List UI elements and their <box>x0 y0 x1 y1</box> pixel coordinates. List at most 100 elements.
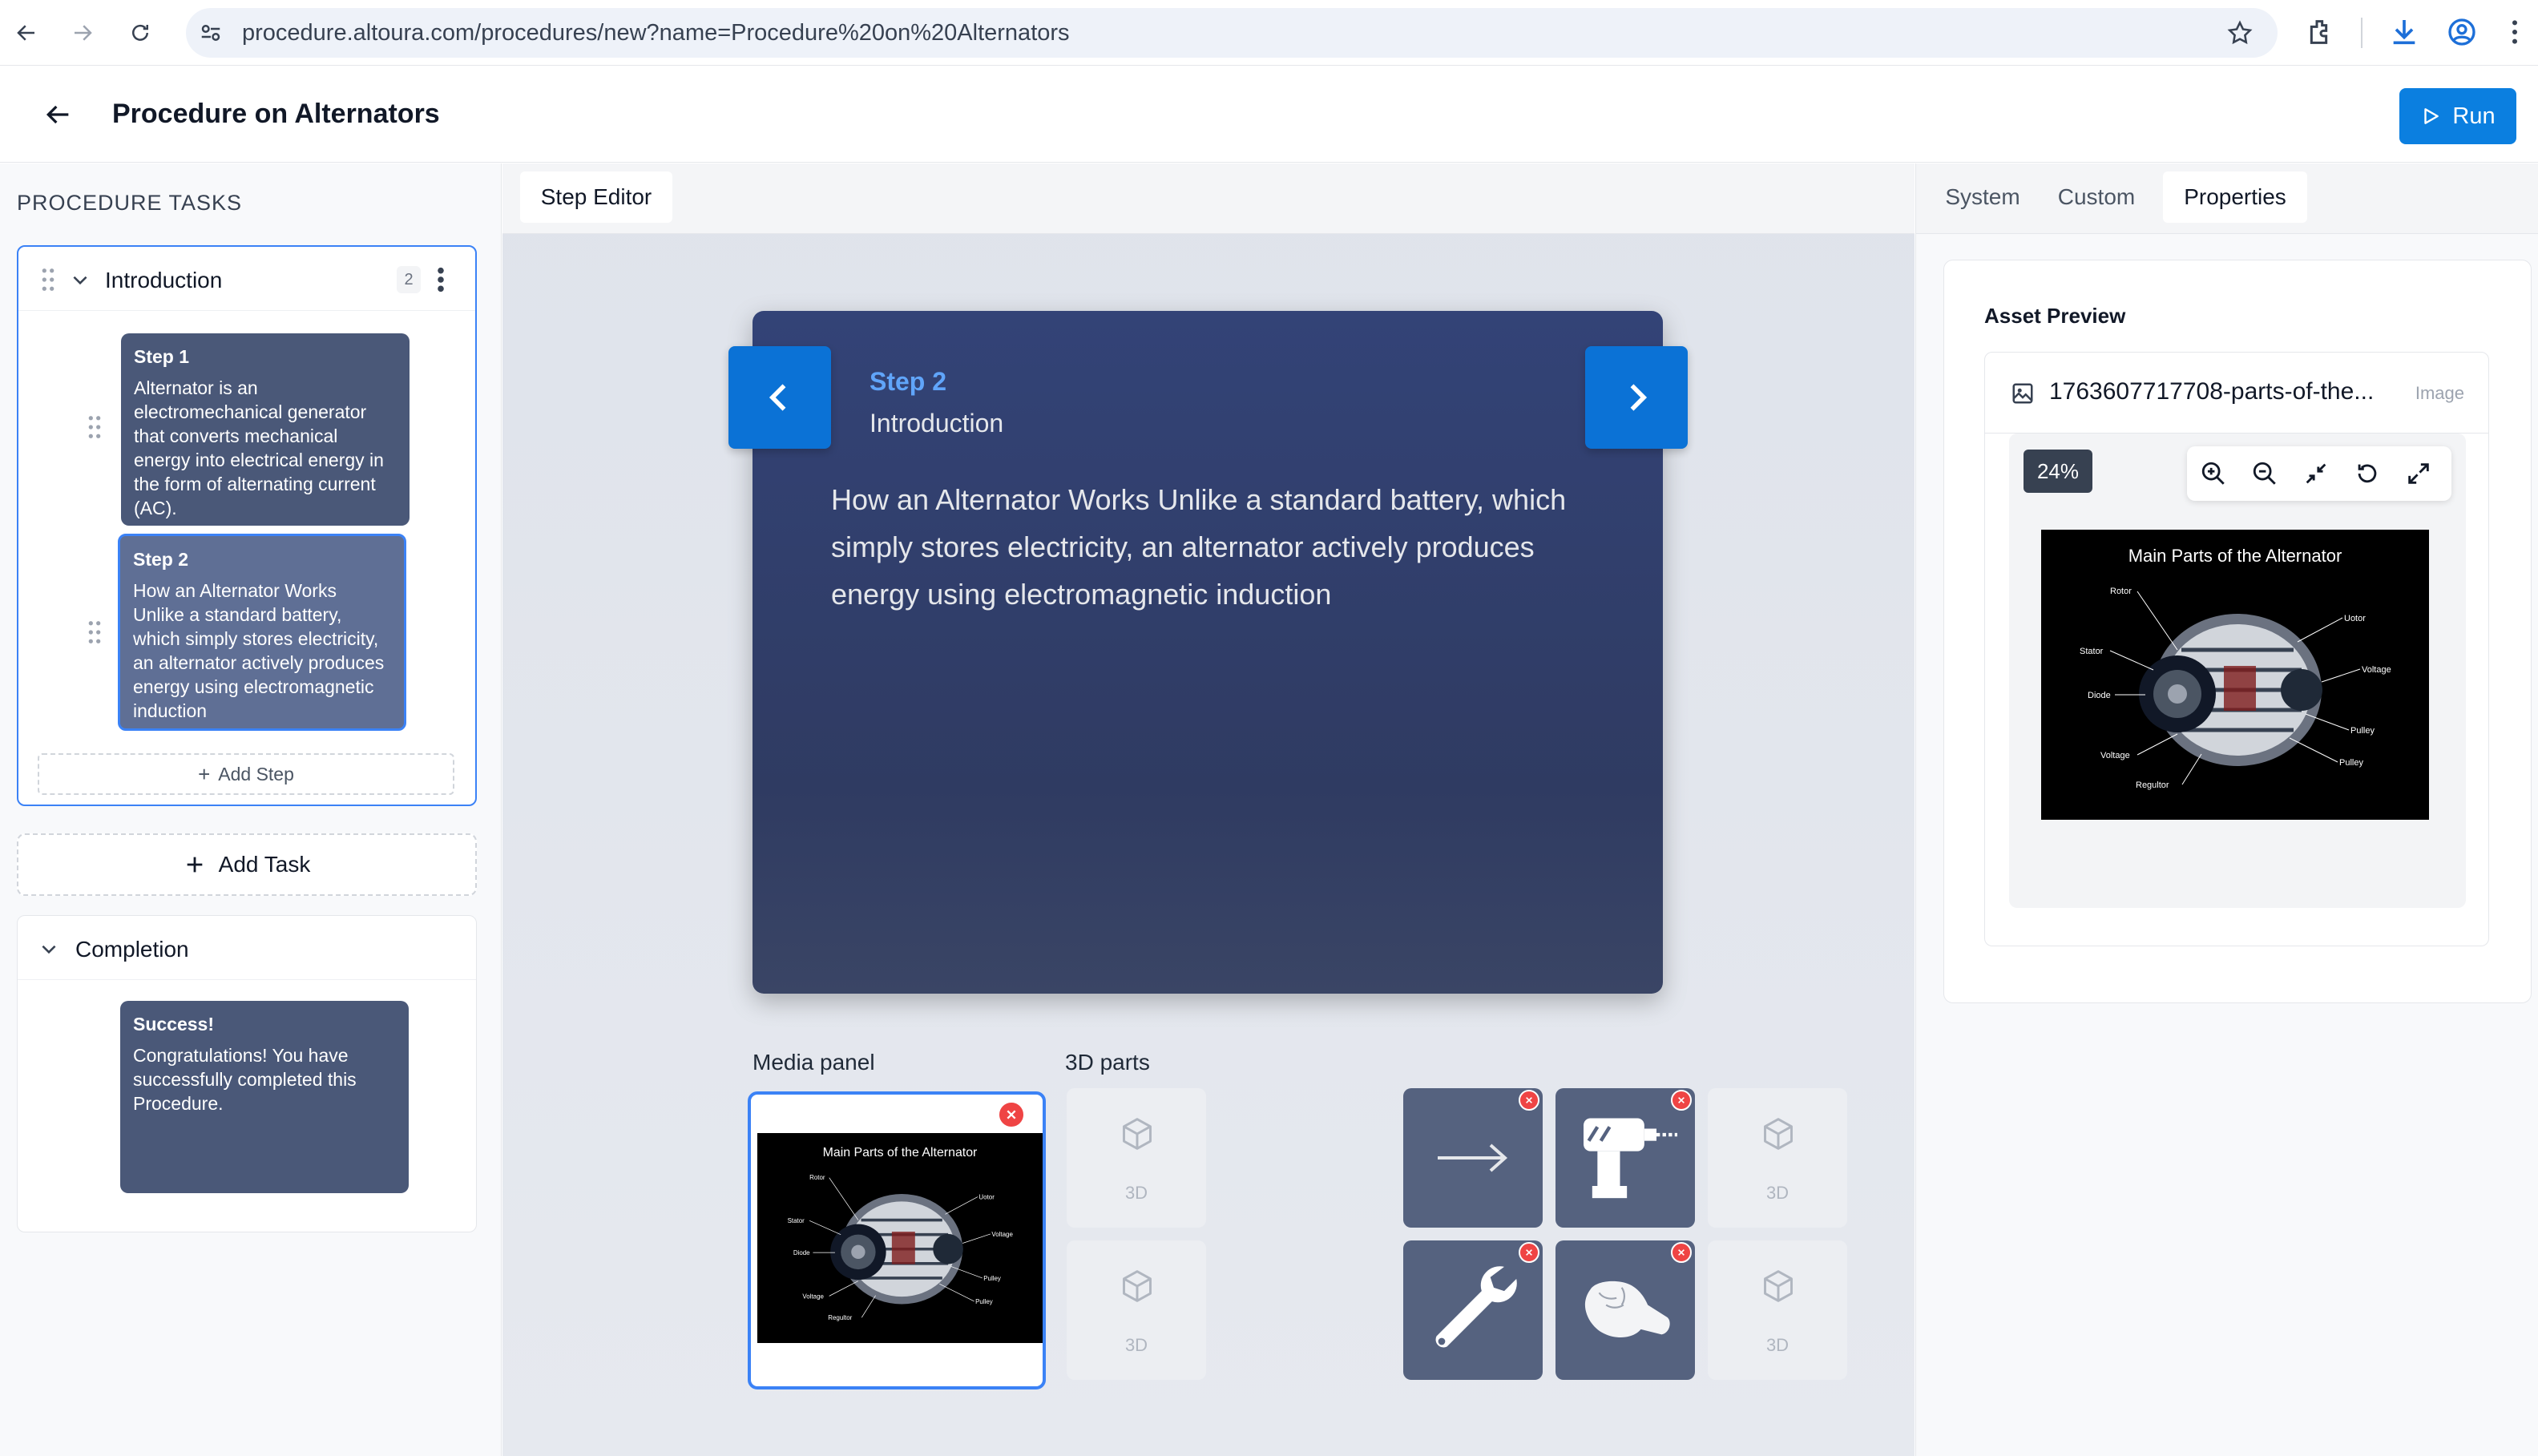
close-icon <box>1678 1097 1685 1103</box>
fist-icon <box>1584 1281 1670 1337</box>
play-icon <box>2424 108 2439 124</box>
step-card-body: Congratulations! You have successfully c… <box>133 1045 357 1114</box>
part-slot-empty[interactable]: 3D <box>1067 1088 1206 1228</box>
part-slot-arrow[interactable] <box>1403 1088 1543 1228</box>
toolbar-divider <box>2361 18 2362 48</box>
profile-icon[interactable] <box>2446 16 2478 48</box>
part-slot-wrench[interactable] <box>1403 1240 1543 1380</box>
diagram-label: Pulley <box>2350 726 2375 736</box>
remove-part-button[interactable] <box>1519 1090 1539 1111</box>
task-header[interactable]: Completion <box>18 916 476 980</box>
step-body-text: How an Alternator Works Unlike a standar… <box>831 483 1567 611</box>
part-slot-empty[interactable]: 3D <box>1708 1240 1847 1380</box>
more-options-icon[interactable] <box>435 266 446 293</box>
zoom-toolbar <box>2187 446 2451 501</box>
part-slot-empty[interactable]: 3D <box>1708 1088 1847 1228</box>
remove-media-button[interactable] <box>998 1101 1025 1128</box>
zoom-in-icon[interactable] <box>2200 460 2227 487</box>
browser-back-button[interactable] <box>8 14 45 51</box>
browser-reload-button[interactable] <box>122 14 159 51</box>
add-task-label: Add Task <box>218 852 311 877</box>
step-card-2[interactable]: Step 2 How an Alternator Works Unlike a … <box>118 534 406 731</box>
remove-part-button[interactable] <box>1519 1242 1539 1263</box>
browser-forward-button[interactable] <box>64 14 101 51</box>
remove-part-button[interactable] <box>1671 1090 1692 1111</box>
alternator-diagram: Main Parts of the Alternator Rotor Stato… <box>2041 530 2429 820</box>
step-drag-handle-icon[interactable] <box>86 415 103 439</box>
cube-icon <box>1123 1118 1152 1150</box>
app-header: Procedure on Alternators Run <box>0 67 2538 163</box>
cube-icon <box>1764 1270 1793 1302</box>
media-slot[interactable]: Main Parts of the Alternator Rotor Stato… <box>748 1091 1046 1389</box>
image-icon <box>2012 383 2033 404</box>
fullscreen-icon[interactable] <box>2405 460 2432 487</box>
step-card-success[interactable]: Success! Congratulations! You have succe… <box>120 1001 409 1193</box>
asset-preview-box: 24% Main Parts of the Alternator Rotor S… <box>1984 434 2489 946</box>
add-task-button[interactable]: Add Task <box>17 833 477 896</box>
run-button[interactable]: Run <box>2399 88 2516 144</box>
task-card-introduction[interactable]: Introduction 2 Step 1 Alternator is an e… <box>17 245 477 806</box>
close-icon <box>1678 1249 1685 1256</box>
center-tabbar: Step Editor <box>502 163 1915 234</box>
download-icon[interactable] <box>2388 16 2420 48</box>
part-slot-fist[interactable] <box>1555 1240 1695 1380</box>
next-step-button[interactable] <box>1585 346 1688 449</box>
part-slot-drill[interactable] <box>1555 1088 1695 1228</box>
url-text[interactable]: procedure.altoura.com/procedures/new?nam… <box>242 20 1070 46</box>
diagram-label: Rotor <box>809 1174 825 1181</box>
task-header[interactable]: Introduction 2 <box>18 247 475 311</box>
chevron-left-icon <box>769 384 786 411</box>
address-bar[interactable]: procedure.altoura.com/procedures/new?nam… <box>186 8 2278 58</box>
tab-custom[interactable]: Custom <box>2044 171 2149 223</box>
alternator-diagram-thumbnail: Main Parts of the Alternator Rotor Stato… <box>757 1133 1043 1343</box>
arrow-right-icon <box>1438 1143 1508 1172</box>
tab-system[interactable]: System <box>1931 171 2035 223</box>
diagram-label: Voltage <box>991 1231 1013 1238</box>
fit-to-screen-icon[interactable] <box>2302 460 2330 487</box>
cube-icon <box>1764 1118 1793 1150</box>
step-card-title: Step 1 <box>134 346 190 367</box>
drag-handle-icon[interactable] <box>39 268 57 292</box>
chevron-down-icon[interactable] <box>38 938 59 959</box>
task-card-completion[interactable]: Completion Success! Congratulations! You… <box>17 915 477 1232</box>
diagram-title: Main Parts of the Alternator <box>2128 546 2342 566</box>
tab-step-editor[interactable]: Step Editor <box>520 171 672 223</box>
asset-preview-title: Asset Preview <box>1984 304 2126 328</box>
previous-step-button[interactable] <box>728 346 831 449</box>
diagram-label: Pulley <box>983 1275 1001 1282</box>
step-card-title: Step 2 <box>133 549 189 570</box>
step-card-body: Alternator is an electromechanical gener… <box>134 377 384 518</box>
reset-rotate-icon[interactable] <box>2354 460 2381 487</box>
browser-menu-icon[interactable] <box>2499 16 2531 48</box>
bookmark-star-icon[interactable] <box>2226 19 2254 46</box>
zoom-out-icon[interactable] <box>2251 460 2278 487</box>
image-viewer[interactable]: 24% Main Parts of the Alternator Rotor S… <box>2009 434 2466 908</box>
procedure-tasks-panel: PROCEDURE TASKS Introduction 2 Step 1 Al… <box>0 163 502 1456</box>
close-icon <box>1526 1249 1532 1256</box>
asset-file-row[interactable]: 1763607717708-parts-of-the... Image <box>1984 352 2489 434</box>
step-drag-handle-icon[interactable] <box>86 620 103 644</box>
add-step-label: Add Step <box>218 763 294 784</box>
tab-properties[interactable]: Properties <box>2163 171 2307 223</box>
part-slot-label: 3D <box>1765 1335 1790 1355</box>
diagram-label: Diode <box>793 1249 810 1256</box>
asset-file-name: 1763607717708-parts-of-the... <box>2049 378 2375 405</box>
diagram-label: Diode <box>2088 691 2111 700</box>
step-editor-panel: Step Editor Step 2 Introduction How an A… <box>502 163 1915 1456</box>
back-arrow-icon[interactable] <box>42 99 74 131</box>
add-step-button[interactable]: + Add Step <box>38 753 454 795</box>
step-task-name: Introduction <box>870 409 1004 438</box>
close-icon <box>1007 1110 1016 1119</box>
remove-part-button[interactable] <box>1671 1242 1692 1263</box>
plus-icon <box>187 857 202 873</box>
site-settings-icon[interactable] <box>199 21 223 45</box>
asset-file-type: Image <box>2415 383 2464 403</box>
diagram-label: Stator <box>2080 647 2104 656</box>
diagram-label: Voltage <box>2100 751 2130 760</box>
step-count-badge: 2 <box>397 266 421 293</box>
chevron-down-icon[interactable] <box>70 269 91 290</box>
extensions-icon[interactable] <box>2305 16 2337 48</box>
step-card-1[interactable]: Step 1 Alternator is an electromechanica… <box>121 333 410 526</box>
part-slot-empty[interactable]: 3D <box>1067 1240 1206 1380</box>
asset-preview-card: Asset Preview 1763607717708-parts-of-the… <box>1943 260 2532 1003</box>
